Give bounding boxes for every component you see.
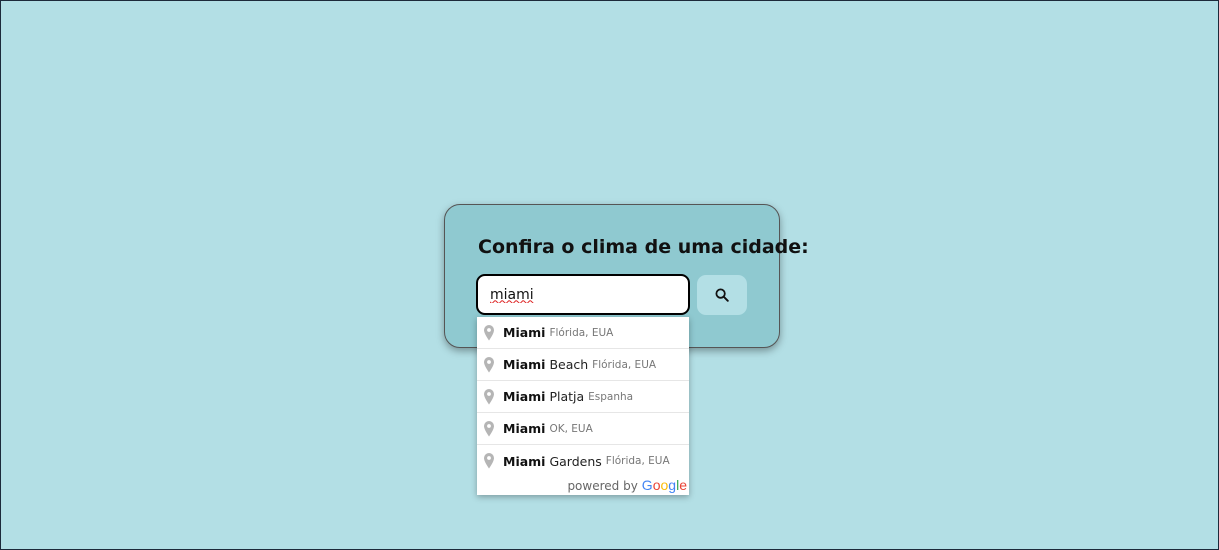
suggestion-main: Miami Beach bbox=[503, 357, 589, 372]
powered-by-label: powered by bbox=[567, 479, 638, 493]
suggestion-secondary: Flórida, EUA bbox=[549, 326, 614, 339]
autocomplete-dropdown: Miami Flórida, EUA Miami Beach Flórida, … bbox=[477, 317, 689, 495]
suggestion-item[interactable]: Miami Gardens Flórida, EUA bbox=[477, 445, 689, 477]
suggestion-secondary: Flórida, EUA bbox=[592, 358, 657, 371]
map-pin-icon bbox=[483, 356, 495, 374]
suggestion-item[interactable]: Miami Platja Espanha bbox=[477, 381, 689, 413]
map-pin-icon bbox=[483, 420, 495, 438]
google-logo: Google bbox=[641, 477, 687, 493]
suggestion-main: Miami Gardens bbox=[503, 453, 602, 469]
suggestion-main: Miami bbox=[503, 421, 546, 436]
suggestion-item[interactable]: Miami OK, EUA bbox=[477, 413, 689, 445]
map-pin-icon bbox=[483, 452, 495, 470]
suggestion-main: Miami Platja bbox=[503, 389, 585, 404]
card-title: Confira o clima de uma cidade: bbox=[478, 236, 809, 258]
search-button[interactable] bbox=[697, 275, 747, 315]
search-icon bbox=[715, 288, 729, 302]
suggestion-main: Miami bbox=[503, 325, 546, 340]
suggestion-secondary: Flórida, EUA bbox=[605, 455, 670, 467]
city-search-input[interactable] bbox=[476, 274, 690, 315]
powered-by-google: powered by Google bbox=[567, 477, 687, 493]
suggestion-item[interactable]: Miami Beach Flórida, EUA bbox=[477, 349, 689, 381]
map-pin-icon bbox=[483, 388, 495, 406]
suggestion-secondary: Espanha bbox=[588, 390, 634, 403]
suggestion-item[interactable]: Miami Flórida, EUA bbox=[477, 317, 689, 349]
suggestion-secondary: OK, EUA bbox=[549, 422, 593, 435]
map-pin-icon bbox=[483, 324, 495, 342]
